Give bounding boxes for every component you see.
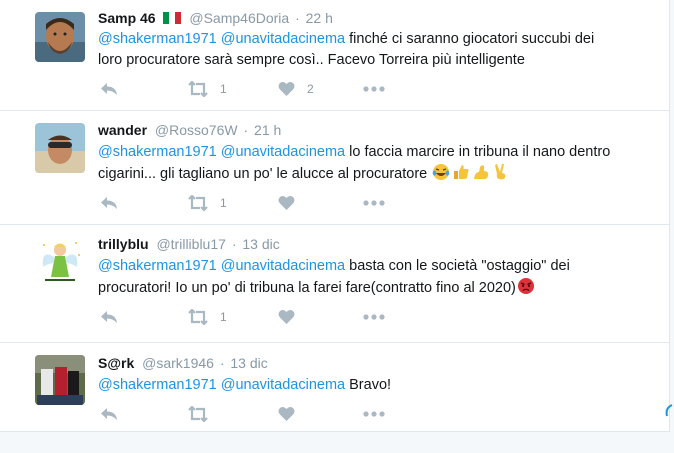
retweet-count: 1	[220, 196, 227, 210]
more-icon	[363, 411, 385, 417]
reply-icon	[101, 197, 117, 209]
separator-dot: ·	[295, 10, 300, 26]
like-button[interactable]	[278, 307, 295, 327]
reply-icon	[101, 408, 117, 420]
heart-icon	[278, 406, 295, 421]
avatar[interactable]	[35, 237, 85, 287]
user-name[interactable]: S@rk	[98, 355, 134, 371]
more-button[interactable]	[363, 404, 385, 424]
separator-dot: ·	[231, 236, 237, 252]
user-handle[interactable]: @Samp46Doria	[189, 10, 289, 26]
tweet-time[interactable]: 13 dic	[242, 236, 279, 252]
timeline-footer	[0, 432, 674, 453]
heart-icon	[278, 195, 295, 210]
more-button[interactable]	[363, 79, 385, 99]
user-handle[interactable]: @trilliblu17	[156, 236, 225, 252]
retweet-icon	[188, 81, 208, 97]
tweet-text-body: loro procuratore sarà sempre così.. Face…	[98, 51, 525, 68]
retweet-button[interactable]: 1	[188, 79, 227, 99]
tweet[interactable]: trillyblu @trilliblu17 · 13 dic @shakerm…	[0, 225, 669, 343]
reply-button[interactable]	[100, 193, 118, 213]
retweet-button[interactable]: 1	[188, 193, 227, 213]
thumbs-up-emoji-icon	[454, 164, 469, 179]
retweet-button[interactable]	[188, 404, 208, 424]
separator-dot: ·	[219, 355, 225, 371]
reply-button[interactable]	[100, 307, 118, 327]
tweet-text-body: cigarini... gli tagliano un po' le alucc…	[98, 165, 428, 182]
mention-link[interactable]: @shakerman1971	[98, 31, 217, 47]
tweet[interactable]: wander @Rosso76W · 21 h @shakerman1971 @…	[0, 111, 669, 225]
avatar-image	[35, 237, 85, 287]
tweet-time[interactable]: 22 h	[306, 10, 333, 26]
retweet-count: 1	[220, 82, 227, 96]
mention-link[interactable]: @unavitadacinema	[221, 144, 345, 160]
user-name[interactable]: trillyblu	[98, 236, 149, 252]
avatar-image	[35, 12, 85, 62]
victory-hand-emoji-icon	[495, 163, 506, 179]
tweet-text-body: basta con le società "ostaggio" dei	[349, 258, 570, 274]
retweet-button[interactable]: 1	[188, 307, 227, 327]
corner-arrow-icon	[665, 404, 673, 417]
tweet[interactable]: S@rk @sark1946 · 13 dic @shakerman1971 @…	[0, 343, 669, 432]
tweet[interactable]: Samp 46 @Samp46Doria · 22 h @shakerman19…	[0, 0, 669, 111]
like-button[interactable]: 2	[278, 79, 314, 99]
tears-of-joy-emoji-icon	[432, 163, 450, 180]
reply-icon	[101, 83, 117, 95]
retweet-icon	[188, 406, 208, 422]
tweet-header: Samp 46 @Samp46Doria · 22 h	[98, 9, 333, 27]
mention-link[interactable]: @shakerman1971	[98, 258, 217, 274]
tweet-text-body: lo faccia marcire in tribuna il nano den…	[349, 144, 611, 160]
avatar-image	[35, 123, 85, 173]
italy-flag-icon	[163, 12, 182, 24]
heart-icon	[278, 81, 295, 96]
retweet-icon	[188, 195, 208, 211]
more-button[interactable]	[363, 193, 385, 213]
tweet-text-body: Bravo!	[349, 377, 392, 393]
retweet-icon	[188, 309, 208, 325]
like-button[interactable]	[278, 404, 295, 424]
tweet-time[interactable]: 21 h	[254, 122, 281, 138]
like-button[interactable]	[278, 193, 295, 213]
avatar[interactable]	[35, 355, 85, 405]
user-handle[interactable]: @Rosso76W	[155, 122, 238, 138]
retweet-count: 1	[220, 310, 227, 324]
tweet-header: S@rk @sark1946 · 13 dic	[98, 354, 268, 372]
avatar-image	[35, 355, 85, 405]
mention-link[interactable]: @unavitadacinema	[221, 258, 345, 274]
like-count: 2	[307, 82, 314, 96]
angry-face-emoji-icon	[517, 277, 534, 294]
tweet-header: wander @Rosso76W · 21 h	[98, 121, 281, 139]
reply-button[interactable]	[100, 404, 118, 424]
heart-icon	[278, 309, 295, 324]
tweet-text: @shakerman1971 @unavitadacinema finché c…	[98, 29, 658, 70]
tweet-text-body: procuratori! Io un po' di tribuna la far…	[98, 279, 516, 296]
mention-link[interactable]: @shakerman1971	[98, 377, 217, 393]
more-icon	[363, 314, 385, 320]
separator-dot: ·	[243, 122, 249, 138]
avatar[interactable]	[35, 123, 85, 173]
tweet-text: @shakerman1971 @unavitadacinema lo facci…	[98, 142, 658, 184]
mention-link[interactable]: @unavitadacinema	[221, 31, 345, 47]
flexed-biceps-emoji-icon	[474, 164, 489, 179]
tweet-header: trillyblu @trilliblu17 · 13 dic	[98, 235, 280, 253]
user-name[interactable]: wander	[98, 122, 147, 138]
mention-link[interactable]: @unavitadacinema	[221, 377, 345, 393]
tweet-text: @shakerman1971 @unavitadacinema Bravo!	[98, 375, 658, 396]
reply-icon	[101, 311, 117, 323]
tweet-text: @shakerman1971 @unavitadacinema basta co…	[98, 256, 658, 298]
tweet-timeline: Samp 46 @Samp46Doria · 22 h @shakerman19…	[0, 0, 670, 432]
user-name[interactable]: Samp 46	[98, 10, 156, 26]
reply-button[interactable]	[100, 79, 118, 99]
avatar[interactable]	[35, 12, 85, 62]
more-icon	[363, 86, 385, 92]
more-button[interactable]	[363, 307, 385, 327]
tweet-time[interactable]: 13 dic	[230, 355, 267, 371]
user-handle[interactable]: @sark1946	[142, 355, 214, 371]
tweet-text-body: finché ci saranno giocatori succubi dei	[349, 31, 595, 47]
mention-link[interactable]: @shakerman1971	[98, 144, 217, 160]
more-icon	[363, 200, 385, 206]
